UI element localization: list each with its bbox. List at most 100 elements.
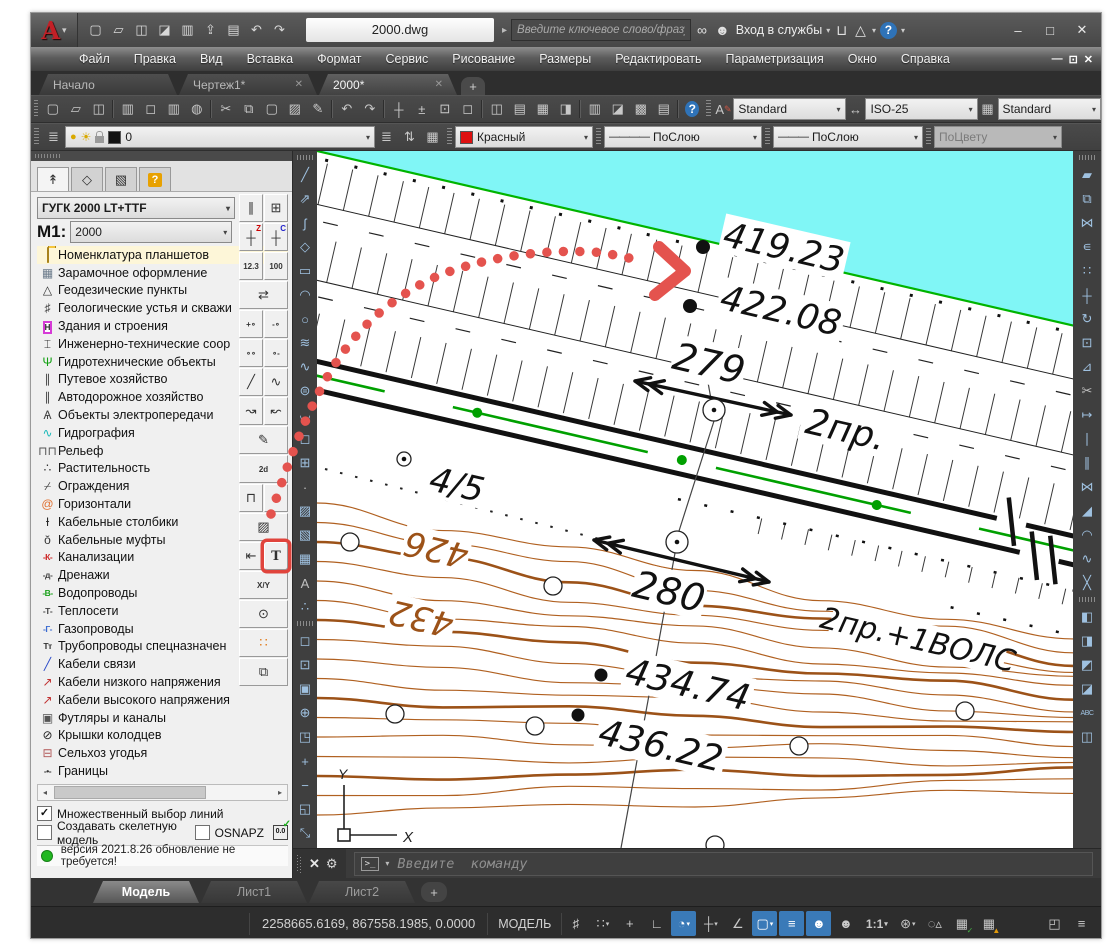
- toolbar-icon-23[interactable]: ◫: [485, 98, 508, 120]
- isodraft-icon[interactable]: ┼▾: [698, 911, 723, 936]
- toolbar-icon-2[interactable]: ◫: [87, 98, 110, 120]
- toolbar-icon-30[interactable]: ▩: [629, 98, 652, 120]
- text-tool-button[interactable]: T: [264, 542, 288, 570]
- panel-tool-13-0[interactable]: X/Y: [239, 571, 288, 599]
- layer-tool-icon-1[interactable]: ⇅: [398, 126, 421, 148]
- lineweight-icon[interactable]: ≡: [779, 911, 804, 936]
- modify-icon-10[interactable]: ↦: [1076, 403, 1098, 427]
- panel-tool-7-0[interactable]: ↝: [239, 397, 263, 425]
- color-select[interactable]: Красный▾: [455, 126, 593, 148]
- mdi-close-button[interactable]: ✕: [1084, 53, 1093, 66]
- draw-icon-0[interactable]: ╱: [294, 163, 316, 187]
- qat-icon-4[interactable]: ▥: [176, 19, 199, 41]
- minimize-button[interactable]: –: [1003, 18, 1033, 42]
- layer-color-swatch[interactable]: [108, 131, 121, 144]
- toolbar-icon-28[interactable]: ▥: [583, 98, 606, 120]
- menu-item-8[interactable]: Редактировать: [603, 47, 713, 71]
- file-tab-Чертеж1[interactable]: Чертеж1*✕: [179, 74, 317, 95]
- panel-tool-3-0[interactable]: ⇄: [239, 281, 288, 309]
- menu-item-1[interactable]: Правка: [122, 47, 188, 71]
- toolbar-grip[interactable]: [297, 155, 313, 160]
- toolbar-icon-24[interactable]: ▤: [508, 98, 531, 120]
- panel-tool-1-1[interactable]: ┼C: [264, 223, 288, 251]
- draw-icon-16[interactable]: ▦: [294, 547, 316, 571]
- performance-icon[interactable]: ▦▲: [976, 911, 1001, 936]
- command-field[interactable]: >_ ▾: [354, 852, 1093, 876]
- panel-tab-2[interactable]: ▧: [105, 167, 137, 191]
- panel-tool-8-0[interactable]: ✎: [239, 426, 288, 454]
- panel-tool-9-0[interactable]: 2d: [239, 455, 288, 483]
- panel-tool-15-0[interactable]: ∷: [239, 629, 288, 657]
- qat-icon-2[interactable]: ◫: [130, 19, 153, 41]
- panel-tool-11-0[interactable]: ▨: [239, 513, 288, 541]
- qat-icon-5[interactable]: ⇪: [199, 19, 222, 41]
- modify-icon-13[interactable]: ⋈: [1076, 475, 1098, 499]
- draw2-icon-1[interactable]: ⊡: [294, 653, 316, 677]
- modify2-icon-5[interactable]: ◫: [1076, 725, 1098, 749]
- panel-tool-2-1[interactable]: 100: [264, 252, 288, 280]
- file-tab-Начало[interactable]: Начало: [39, 74, 177, 95]
- command-prompt-icon[interactable]: >_: [361, 857, 380, 871]
- modify2-icon-0[interactable]: ◧: [1076, 605, 1098, 629]
- menu-item-9[interactable]: Параметризация: [714, 47, 836, 71]
- draw-icon-6[interactable]: ○: [294, 307, 316, 331]
- annotation-scale-icon[interactable]: 1:1▾: [860, 911, 893, 936]
- toolbar-icon-10[interactable]: ⧉: [237, 98, 260, 120]
- object-snap-icon[interactable]: ▢▾: [752, 911, 777, 936]
- draw2-icon-0[interactable]: ◻: [294, 629, 316, 653]
- layout-tab-лист2[interactable]: Лист2: [309, 881, 415, 903]
- modify-icon-17[interactable]: ╳: [1076, 571, 1098, 595]
- layer-tool-icon-2[interactable]: ▦: [421, 126, 444, 148]
- modify-icon-15[interactable]: ◠: [1076, 523, 1098, 547]
- toolbar-icon-19[interactable]: ±: [410, 98, 433, 120]
- toolbar-icon-15[interactable]: ↶: [335, 98, 358, 120]
- modify-icon-8[interactable]: ⊿: [1076, 355, 1098, 379]
- panel-tool-7-1[interactable]: ↜: [264, 397, 288, 425]
- qat-icon-6[interactable]: ▤: [222, 19, 245, 41]
- layer-on-icon[interactable]: ●: [70, 131, 77, 143]
- draw-icon-15[interactable]: ▧: [294, 523, 316, 547]
- new-tab-button[interactable]: +: [461, 77, 485, 95]
- text-style-icon[interactable]: A✎: [714, 98, 734, 120]
- panel-tab-1[interactable]: ◇: [71, 167, 103, 191]
- modify-icon-9[interactable]: ✂: [1076, 379, 1098, 403]
- toolbar-icon-25[interactable]: ▦: [531, 98, 554, 120]
- cart-icon[interactable]: ⊔: [834, 22, 849, 39]
- search-input[interactable]: [511, 19, 691, 41]
- modify2-icon-3[interactable]: ◪: [1076, 677, 1098, 701]
- dim-style-icon[interactable]: ↔: [846, 98, 866, 120]
- panel-tool-0-0[interactable]: ∥: [239, 194, 263, 222]
- modify-icon-16[interactable]: ∿: [1076, 547, 1098, 571]
- scroll-thumb[interactable]: [54, 786, 206, 799]
- qat-icon-3[interactable]: ◪: [153, 19, 176, 41]
- qat-icon-1[interactable]: ▱: [107, 19, 130, 41]
- file-tab-2000[interactable]: 2000*✕: [319, 74, 457, 95]
- toolbar-grip[interactable]: [706, 100, 710, 118]
- scale-select[interactable]: 2000▾: [70, 221, 232, 243]
- draw2-icon-5[interactable]: +: [294, 749, 316, 773]
- mdi-restore-button[interactable]: ⊡: [1069, 53, 1078, 66]
- toolbar-grip[interactable]: [1079, 155, 1095, 160]
- draw-icon-5[interactable]: ◠: [294, 283, 316, 307]
- chevron-down-icon[interactable]: ▾: [385, 859, 389, 868]
- toolbar-icon-7[interactable]: ◍: [185, 98, 208, 120]
- category-item-26[interactable]: ▣Футляры и каналы: [37, 709, 288, 727]
- modify-icon-3[interactable]: ∊: [1076, 235, 1098, 259]
- layout-tab-лист1[interactable]: Лист1: [201, 881, 307, 903]
- menu-item-5[interactable]: Сервис: [373, 47, 440, 71]
- draw2-icon-6[interactable]: −: [294, 773, 316, 797]
- object-snap-tracking-icon[interactable]: ∠: [725, 911, 750, 936]
- command-input[interactable]: [395, 855, 1086, 873]
- panel-tool-4-1[interactable]: -∘: [264, 310, 288, 338]
- menu-item-4[interactable]: Формат: [305, 47, 373, 71]
- draw-icon-18[interactable]: ∴: [294, 595, 316, 619]
- toolbar-icon-6[interactable]: ▥: [162, 98, 185, 120]
- customization-icon[interactable]: ≡: [1069, 911, 1094, 936]
- close-icon[interactable]: ✕: [435, 79, 443, 90]
- draw2-icon-3[interactable]: ⊕: [294, 701, 316, 725]
- scroll-right-icon[interactable]: ▸: [273, 788, 287, 797]
- draw-icon-13[interactable]: ·: [294, 475, 316, 499]
- draw-icon-7[interactable]: ≋: [294, 331, 316, 355]
- horizontal-scrollbar[interactable]: ◂ ▸: [37, 784, 288, 801]
- app-menu-button[interactable]: A ▾: [31, 13, 78, 47]
